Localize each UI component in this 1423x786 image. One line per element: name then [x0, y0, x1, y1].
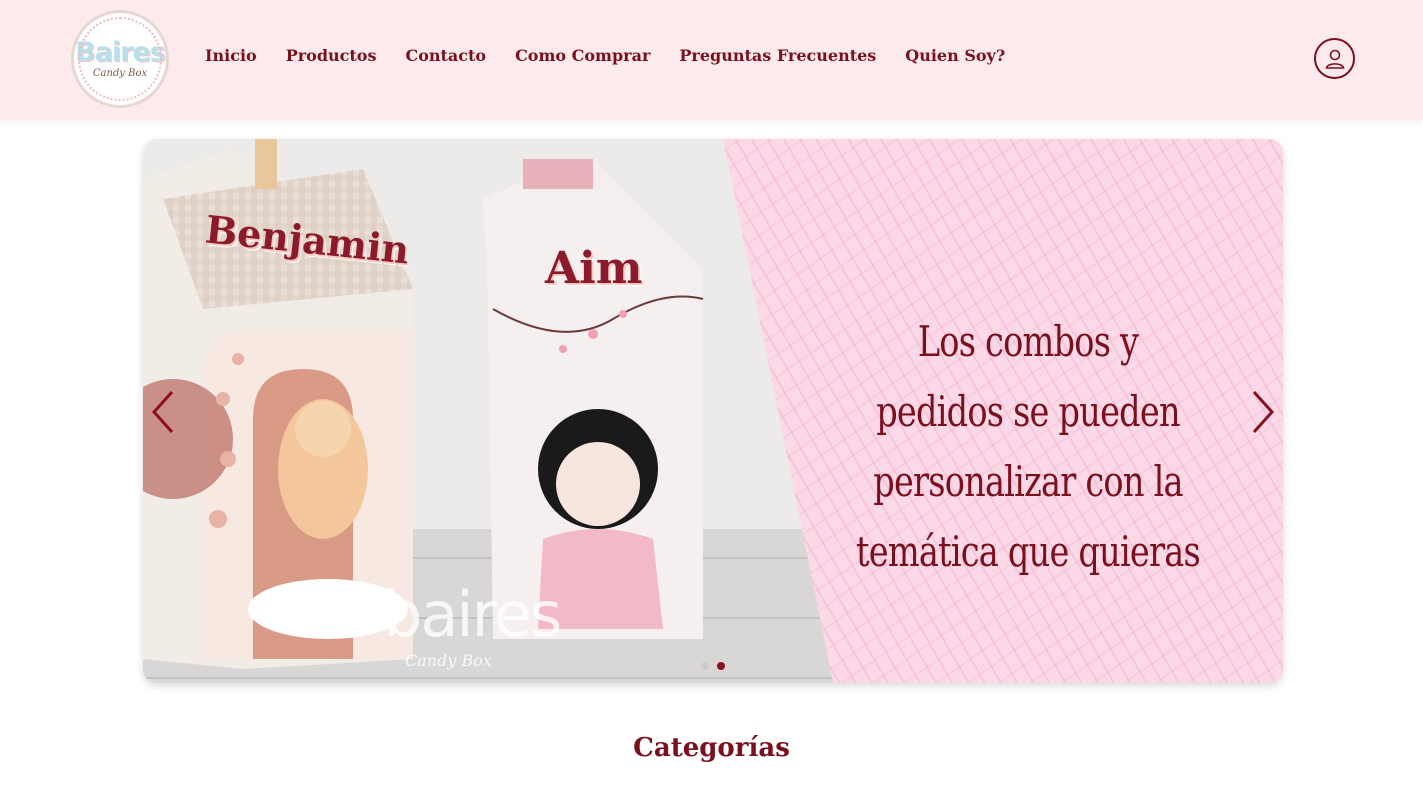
- carousel-indicators: [701, 662, 725, 670]
- slide-caption: Los combos y pedidos se pueden personali…: [856, 317, 1201, 576]
- box-name-aim: Aim: [545, 243, 643, 294]
- carousel-dot-1[interactable]: [701, 662, 709, 670]
- chevron-left-icon: [151, 390, 174, 434]
- user-icon: [1325, 49, 1344, 69]
- nav-item-preguntas-frecuentes[interactable]: Preguntas Frecuentes: [679, 46, 876, 65]
- nav-item-quien-soy[interactable]: Quien Soy?: [905, 46, 1005, 65]
- watermark-logo: baires: [383, 578, 562, 651]
- categories-title: Categorías: [633, 733, 790, 763]
- nav-item-inicio[interactable]: Inicio: [205, 46, 257, 65]
- chevron-right-icon: [1252, 390, 1275, 434]
- user-account-button[interactable]: [1314, 38, 1355, 79]
- carousel-dot-2[interactable]: [717, 662, 725, 670]
- site-logo[interactable]: Baires Candy Box: [71, 10, 169, 108]
- nav-item-como-comprar[interactable]: Como Comprar: [515, 46, 650, 65]
- carousel-prev-button[interactable]: [143, 387, 183, 437]
- carousel-next-button[interactable]: [1243, 387, 1283, 437]
- watermark-sub: Candy Box: [405, 651, 492, 670]
- logo-ring: [78, 17, 162, 101]
- nav-item-productos[interactable]: Productos: [286, 46, 377, 65]
- nav-item-contacto[interactable]: Contacto: [405, 46, 486, 65]
- site-header: Baires Candy Box Inicio Productos Contac…: [0, 0, 1423, 120]
- main-nav: Inicio Productos Contacto Como Comprar P…: [205, 46, 1034, 65]
- hero-carousel[interactable]: Benjamin Aim baires Candy Box Los combos…: [143, 139, 1283, 683]
